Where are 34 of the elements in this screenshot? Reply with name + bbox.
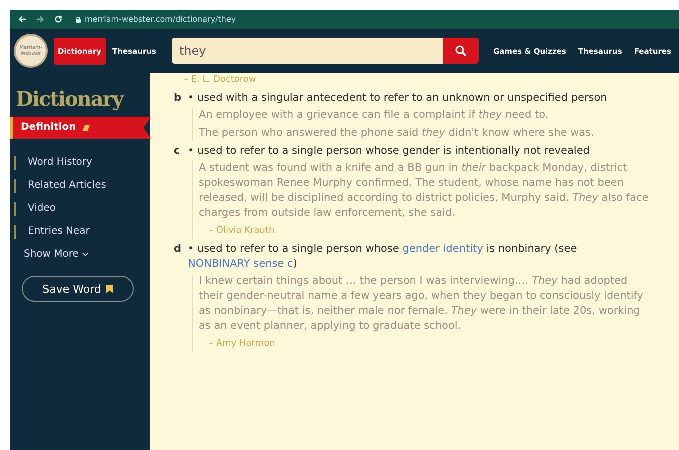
show-more-link[interactable]: Show More [24, 249, 89, 260]
sidebar-title: Dictionary [16, 87, 123, 111]
save-word-button[interactable]: Save Word [22, 276, 134, 302]
attribution: – Amy Harmon [208, 338, 276, 351]
sense-letter: d [174, 242, 182, 257]
example-sentence: An employee with a grievance can file a complaint if they need to. [199, 108, 550, 123]
example-sentence: The person who answered the phone said they didn't know where she was. [199, 126, 596, 141]
sidebar-item[interactable]: Related Articles [14, 179, 106, 193]
pencil-icon [83, 125, 90, 131]
sidebar-item[interactable]: Word History [14, 156, 92, 170]
search-button[interactable] [443, 38, 480, 64]
forward-icon[interactable] [36, 15, 45, 24]
reload-icon[interactable] [54, 15, 63, 24]
attribution: – Olivia Krauth [208, 225, 276, 238]
definition-text: • used with a singular antecedent to refer to an unknown or unspecified person [188, 91, 608, 106]
example-sentence: A student was found with a knife and a BB gun in their backpack Monday, district spokeswoman Renee Murphy confirmed. The student, whose name has not been released, will be disciplined according to district policies, Murphy said. They also face charges from outside law enforcement, she said. [199, 161, 649, 221]
definition-text: • used to refer to a single person whose gender is intentionally not revealed [188, 144, 590, 159]
definition-text: • used to refer to a single person whose gender identity is nonbinary (see NONBINARY sense c) [188, 242, 578, 272]
attribution: – E. L. Doctorow [183, 74, 258, 87]
sidebar-item[interactable]: Definition [10, 117, 151, 139]
back-icon[interactable] [18, 15, 27, 24]
sidebar-item[interactable]: Video [14, 202, 56, 216]
lock-icon [76, 16, 81, 22]
example-sentence: I knew certain things about … the person I was interviewing.… They had adopted their gender-neutral name a few years ago, when they began to consciously identify as nonbinary—that is, neither male nor female. They were in their late 20s, working as an event planner, applying to graduate school. [199, 274, 644, 334]
definition-link[interactable]: NONBINARY sense c [188, 258, 294, 270]
sidebar-item[interactable]: Entries Near [14, 225, 90, 239]
search-field[interactable]: they [172, 38, 444, 64]
sense-letter: c [174, 144, 182, 159]
chevron-icon [82, 252, 89, 257]
definition-link[interactable]: gender identity [402, 243, 484, 255]
bookmark-icon [106, 284, 114, 294]
address-bar[interactable]: merriam-webster.com/dictionary/they [85, 15, 236, 24]
search-icon [455, 45, 468, 57]
sense-letter: b [174, 91, 182, 106]
